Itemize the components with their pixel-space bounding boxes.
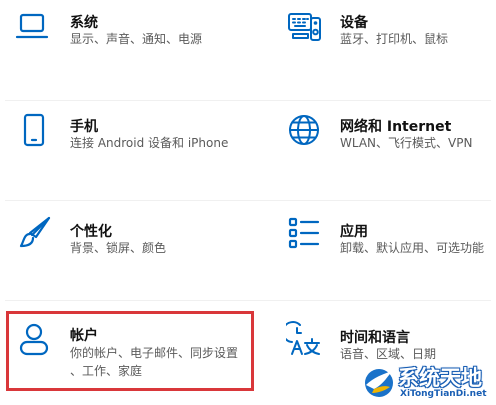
phone-icon [16,112,52,148]
settings-tile-system[interactable]: 系统 显示、声音、通知、电源 [0,0,248,90]
tile-description: 显示、声音、通知、电源 [70,32,203,46]
settings-tile-phone[interactable]: 手机 连接 Android 设备和 iPhone [0,100,248,190]
tile-description: 蓝牙、打印机、鼠标 [340,32,449,46]
apps-list-icon [286,215,322,251]
settings-tile-personalization[interactable]: 个性化 背景、锁屏、颜色 [0,200,248,290]
paintbrush-icon [16,215,52,251]
row-divider [5,300,491,301]
settings-tile-devices[interactable]: 设备 蓝牙、打印机、鼠标 [248,0,496,90]
tile-description: 背景、锁屏、颜色 [70,241,167,255]
watermark-title: 系统天地 [398,366,482,390]
watermark: 系统天地 XiTongTianDi.net [362,363,490,403]
tile-description: 语音、区域、日期 [340,347,437,361]
settings-tile-network[interactable]: 网络和 Internet WLAN、飞行模式、VPN [248,100,496,190]
highlight-box [6,311,254,391]
keyboard-speaker-icon [286,8,322,44]
tile-description: 连接 Android 设备和 iPhone [70,136,229,150]
time-language-icon [286,321,322,357]
tile-description: WLAN、飞行模式、VPN [340,136,473,150]
tile-description: 卸载、默认应用、可选功能 [340,241,485,255]
settings-tile-apps[interactable]: 应用 卸载、默认应用、可选功能 [248,200,496,290]
laptop-icon [14,8,50,44]
watermark-url: XiTongTianDi.net [400,389,487,399]
bird-logo-icon [362,365,398,399]
globe-icon [286,112,322,148]
